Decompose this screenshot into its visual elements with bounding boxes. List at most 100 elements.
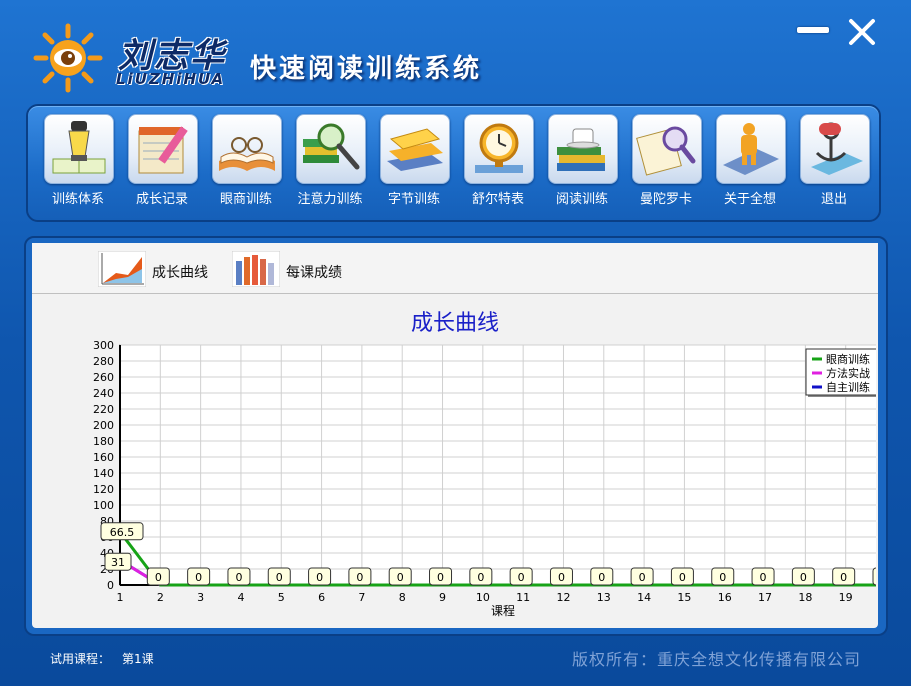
x-tick-label: 3 — [197, 591, 204, 604]
x-tick-label: 2 — [157, 591, 164, 604]
x-axis-label: 课程 — [491, 603, 515, 618]
toolbar-item-schulte-table[interactable]: 舒尔特表 — [458, 114, 538, 210]
toolbar-label: 成长记录 — [135, 192, 188, 207]
toolbar-label: 舒尔特表 — [471, 192, 524, 207]
y-tick-label: 200 — [93, 419, 114, 432]
x-tick-label: 9 — [439, 591, 446, 604]
main-panel: 成长曲线 每课成绩 成长曲线 0204060801001201401601802… — [24, 236, 888, 636]
legend-label: 眼商训练 — [826, 352, 870, 366]
chart-title: 成长曲线 — [410, 311, 499, 336]
minimize-button[interactable] — [796, 18, 830, 42]
minimize-icon — [797, 27, 829, 33]
lamp-book-icon — [44, 114, 114, 184]
data-label: 0 — [679, 571, 686, 584]
chart-panel: 成长曲线 每课成绩 成长曲线 0204060801001201401601802… — [32, 243, 878, 628]
x-tick-label: 19 — [839, 591, 853, 604]
toolbar-item-mandala-card[interactable]: 曼陀罗卡 — [626, 114, 706, 210]
books-stack-icon — [380, 114, 450, 184]
x-tick-label: 14 — [637, 591, 651, 604]
x-tick-label: 16 — [718, 591, 732, 604]
data-label: 0 — [316, 571, 323, 584]
y-tick-label: 220 — [93, 403, 114, 416]
tab-label: 每课成绩 — [286, 265, 342, 281]
y-tick-label: 120 — [93, 483, 114, 496]
data-label: 31 — [111, 556, 125, 569]
toolbar-item-eye-training[interactable]: 眼商训练 — [206, 114, 286, 210]
x-tick-label: 5 — [278, 591, 285, 604]
x-tick-label: 17 — [758, 591, 772, 604]
x-tick-label: 10 — [476, 591, 490, 604]
magnifier-books-icon — [296, 114, 366, 184]
y-tick-label: 240 — [93, 387, 114, 400]
toolbar-item-training-system[interactable]: 训练体系 — [38, 114, 118, 210]
data-label: 0 — [518, 571, 525, 584]
data-label: 0 — [276, 571, 283, 584]
data-label: 0 — [800, 571, 807, 584]
close-icon — [849, 19, 875, 45]
data-label: 0 — [477, 571, 484, 584]
notebook-pencil-icon — [128, 114, 198, 184]
data-label: 0 — [840, 571, 847, 584]
x-tick-label: 12 — [556, 591, 570, 604]
copyright-text: 版权所有：重庆全想文化传播有限公司 — [572, 650, 862, 669]
books-coffee-icon — [548, 114, 618, 184]
toolbar-label: 注意力训练 — [297, 192, 363, 207]
data-label: 0 — [639, 571, 646, 584]
x-tick-label: 15 — [677, 591, 691, 604]
area-chart-icon — [98, 251, 146, 287]
status-bar: 试用课程： 第1课 — [50, 650, 166, 667]
legend-label: 方法实战 — [826, 366, 870, 380]
data-label: 66.5 — [110, 526, 135, 539]
data-label-box — [872, 567, 876, 586]
x-tick-label: 18 — [798, 591, 812, 604]
data-label: 0 — [719, 571, 726, 584]
toolbar-item-attention-training[interactable]: 注意力训练 — [290, 114, 370, 210]
trial-course-value: 第1课 — [122, 652, 154, 666]
person-book-icon — [716, 114, 786, 184]
y-tick-label: 180 — [93, 435, 114, 448]
open-book-glasses-icon — [212, 114, 282, 184]
toolbar-item-about[interactable]: 关于全想 — [710, 114, 790, 210]
tab-growth-curve[interactable]: 成长曲线 — [98, 251, 228, 287]
data-label: 0 — [760, 571, 767, 584]
data-label: 0 — [195, 571, 202, 584]
bar-chart-icon — [232, 251, 280, 287]
data-label: 0 — [397, 571, 404, 584]
toolbar-item-byte-training[interactable]: 字节训练 — [374, 114, 454, 210]
notepad-magnifier-icon — [632, 114, 702, 184]
x-tick-label: 7 — [358, 591, 365, 604]
toolbar-label: 关于全想 — [723, 192, 776, 207]
toolbar-item-reading-training[interactable]: 阅读训练 — [542, 114, 622, 210]
toolbar-label: 退出 — [820, 192, 847, 207]
toolbar-label: 阅读训练 — [555, 192, 608, 207]
exit-anchor-icon — [800, 114, 870, 184]
y-tick-label: 260 — [93, 371, 114, 384]
toolbar-item-exit[interactable]: 退出 — [794, 114, 874, 210]
sun-eye-logo-icon — [33, 23, 103, 93]
app-title: 快速阅读训练系统 — [250, 54, 483, 84]
tab-lesson-scores[interactable]: 每课成绩 — [232, 251, 362, 287]
tab-bar: 成长曲线 每课成绩 — [32, 243, 878, 294]
data-label: 0 — [437, 571, 444, 584]
x-tick-label: 8 — [399, 591, 406, 604]
data-label: 0 — [598, 571, 605, 584]
main-toolbar: 训练体系 成长记录 眼商训练 注意力训练 字节训练 舒尔特表 阅读训练 曼陀罗卡… — [26, 104, 881, 222]
plot-area — [119, 344, 876, 586]
trial-course-label: 试用课程： — [50, 652, 111, 666]
y-tick-label: 300 — [93, 339, 114, 352]
growth-line-chart: 0204060801001201401601802002202402602803… — [93, 339, 876, 618]
y-tick-label: 280 — [93, 355, 114, 368]
y-tick-label: 0 — [107, 579, 114, 592]
toolbar-label: 眼商训练 — [219, 192, 272, 207]
tab-label: 成长曲线 — [152, 265, 208, 281]
close-button[interactable] — [846, 16, 878, 48]
y-tick-label: 100 — [93, 499, 114, 512]
toolbar-item-growth-record[interactable]: 成长记录 — [122, 114, 202, 210]
app-window: 刘志华 LiUZHiHUA 快速阅读训练系统 训练体系 成长记录 眼商训练 注意… — [0, 0, 911, 686]
toolbar-label: 训练体系 — [51, 192, 104, 207]
data-label: 0 — [235, 571, 242, 584]
x-tick-label: 1 — [117, 591, 124, 604]
x-tick-label: 6 — [318, 591, 325, 604]
x-tick-label: 4 — [237, 591, 244, 604]
alarm-clock-icon — [464, 114, 534, 184]
